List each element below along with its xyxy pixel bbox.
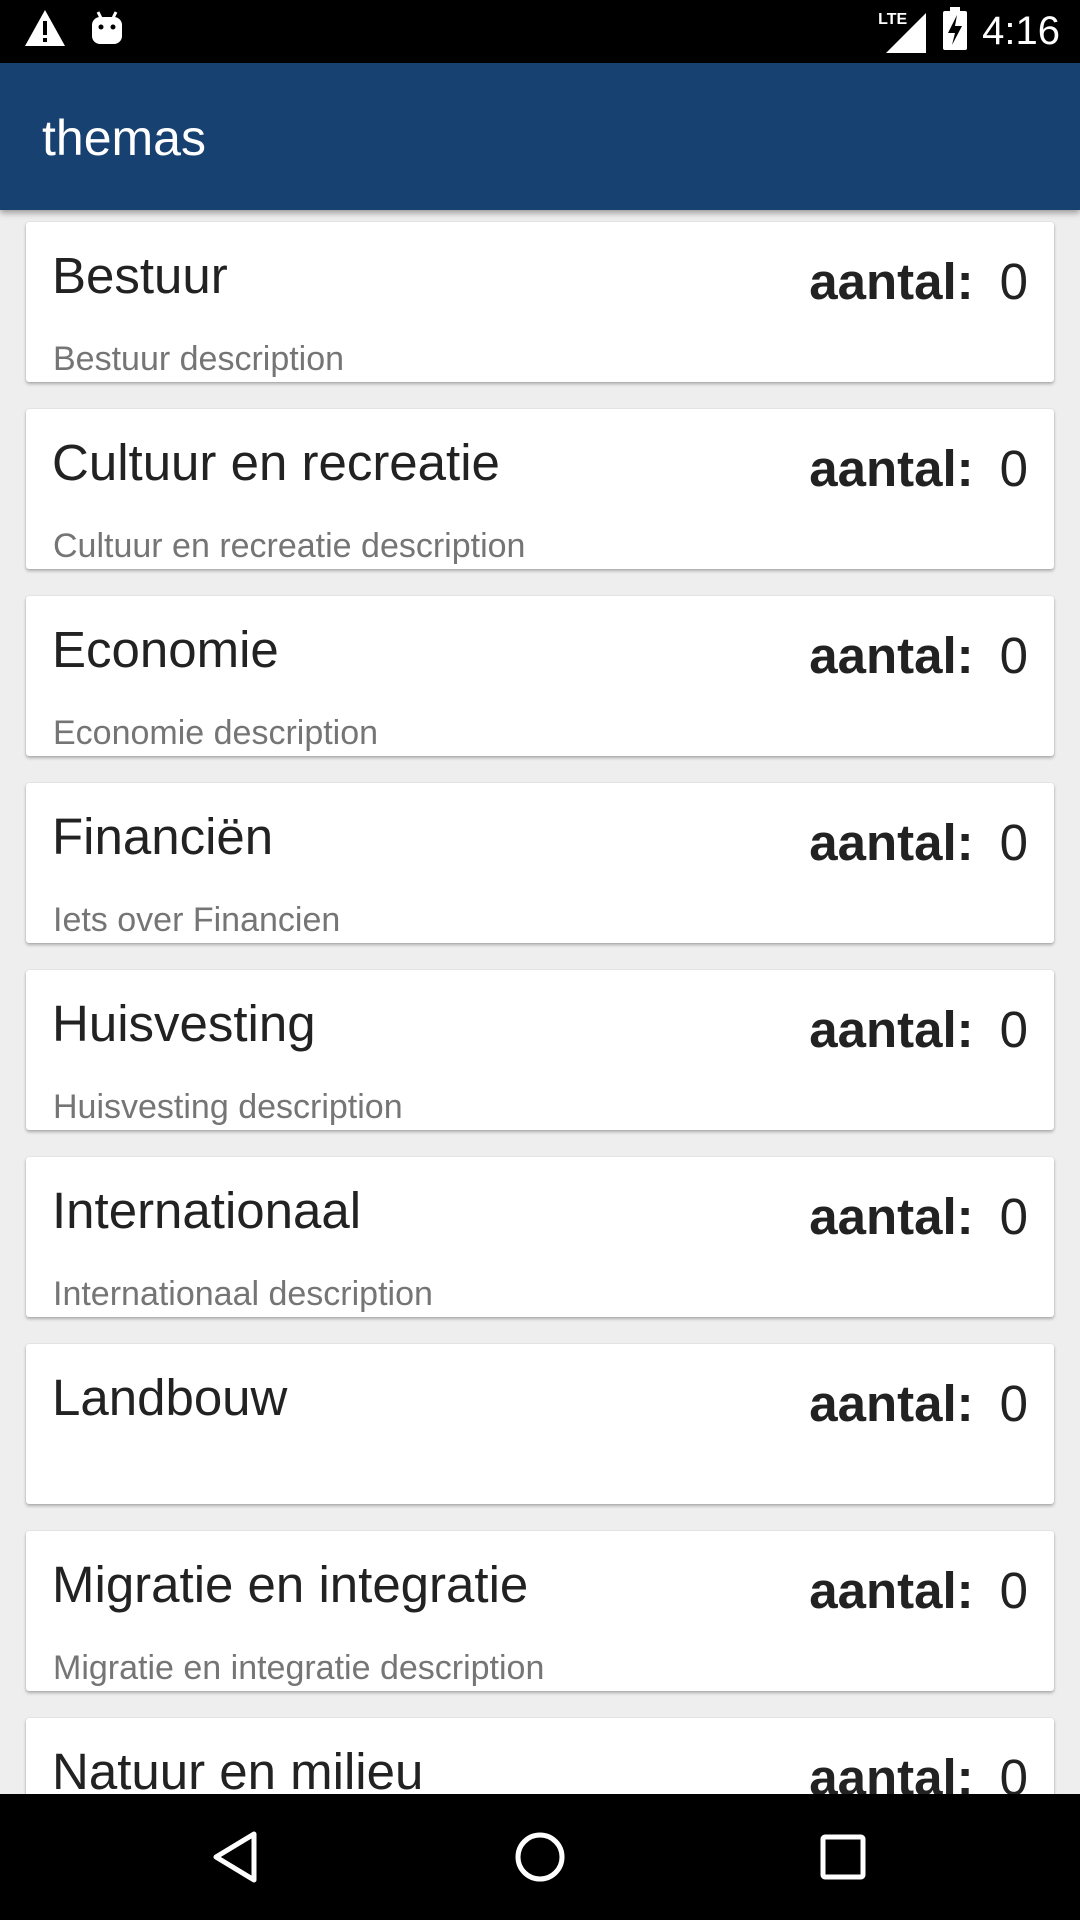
count-label: aantal: [809,440,974,497]
count-value: 0 [999,1001,1028,1058]
theme-card-migratie-en-integratie[interactable]: Migratie en integratie Migratie en integ… [26,1531,1054,1691]
theme-description: Huisvesting description [53,1088,403,1126]
count-label: aantal: [809,814,974,871]
theme-count: aantal: 0 [809,439,1028,499]
page-title: themas [42,110,206,166]
count-label: aantal: [809,1001,974,1058]
theme-card-natuur-en-milieu[interactable]: Natuur en milieu aantal: 0 [26,1718,1054,1794]
theme-title: Migratie en integratie [52,1556,529,1613]
theme-description: Iets over Financien [53,901,341,939]
back-button[interactable] [204,1824,270,1890]
count-label: aantal: [809,1375,974,1432]
status-bar: LTE 4:16 [0,0,1080,63]
count-label: aantal: [809,627,974,684]
count-value: 0 [999,1375,1028,1432]
android-icon [90,10,124,51]
theme-card-financien[interactable]: Financiën Iets over Financien aantal: 0 [26,783,1054,943]
count-label: aantal: [809,1749,974,1794]
theme-description: Bestuur description [53,340,345,378]
count-value: 0 [999,1562,1028,1619]
back-icon [213,1831,257,1883]
theme-title: Financiën [52,808,274,865]
clock: 4:16 [982,9,1060,53]
theme-count: aantal: 0 [809,1187,1028,1247]
theme-title: Landbouw [52,1369,288,1426]
notification-icons [24,8,124,53]
theme-card-internationaal[interactable]: Internationaal Internationaal descriptio… [26,1157,1054,1317]
count-value: 0 [999,1188,1028,1245]
network-type-label: LTE [878,11,908,28]
recents-icon [820,1834,866,1880]
count-value: 0 [999,1749,1028,1794]
theme-count: aantal: 0 [809,1000,1028,1060]
home-icon [515,1832,565,1882]
theme-card-landbouw[interactable]: Landbouw aantal: 0 [26,1344,1054,1504]
navigation-bar [0,1794,1080,1920]
count-label: aantal: [809,1188,974,1245]
count-label: aantal: [809,1562,974,1619]
count-value: 0 [999,253,1028,310]
theme-count: aantal: 0 [809,252,1028,312]
count-value: 0 [999,627,1028,684]
theme-count: aantal: 0 [809,813,1028,873]
recents-button[interactable] [810,1824,876,1890]
theme-card-huisvesting[interactable]: Huisvesting Huisvesting description aant… [26,970,1054,1130]
battery-charging-icon [942,6,968,56]
count-label: aantal: [809,253,974,310]
theme-count: aantal: 0 [809,1374,1028,1434]
theme-title: Natuur en milieu [52,1743,424,1794]
count-value: 0 [999,814,1028,871]
theme-description: Internationaal description [53,1275,433,1313]
app-bar: themas [0,63,1080,210]
theme-title: Economie [52,621,279,678]
theme-title: Internationaal [52,1182,362,1239]
theme-title: Bestuur [52,247,228,304]
count-value: 0 [999,440,1028,497]
theme-title: Huisvesting [52,995,316,1052]
warning-icon [24,8,66,53]
theme-count: aantal: 0 [809,1561,1028,1621]
theme-count: aantal: 0 [809,1748,1028,1794]
theme-title: Cultuur en recreatie [52,434,500,491]
theme-description: Cultuur en recreatie description [53,527,526,565]
theme-description: Economie description [53,714,379,752]
theme-description: Migratie en integratie description [53,1649,545,1687]
theme-card-bestuur[interactable]: Bestuur Bestuur description aantal: 0 [26,222,1054,382]
system-status-icons: LTE 4:16 [878,6,1060,56]
theme-card-economie[interactable]: Economie Economie description aantal: 0 [26,596,1054,756]
theme-list[interactable]: Bestuur Bestuur description aantal: 0 Cu… [0,210,1080,1794]
theme-card-cultuur-en-recreatie[interactable]: Cultuur en recreatie Cultuur en recreati… [26,409,1054,569]
signal-icon: LTE [878,9,928,53]
home-button[interactable] [507,1824,573,1890]
theme-count: aantal: 0 [809,626,1028,686]
